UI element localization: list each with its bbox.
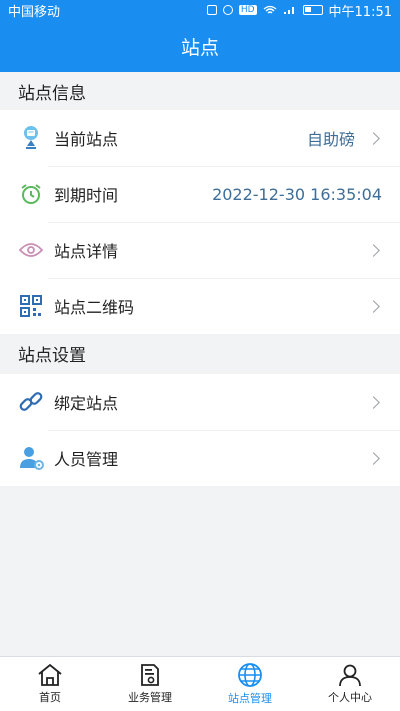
- current-site-label: 当前站点: [54, 130, 119, 149]
- person-icon: [339, 664, 361, 687]
- wifi-icon: [263, 5, 276, 14]
- site-details-label: 站点详情: [54, 242, 119, 261]
- staff-management-row[interactable]: 人员管理: [0, 430, 400, 486]
- section-title-settings: 站点设置: [0, 334, 400, 372]
- current-site-value: 自助磅: [306, 130, 355, 149]
- site-qrcode-label: 站点二维码: [54, 298, 135, 317]
- chevron-right-icon: [367, 451, 380, 465]
- user-gear-icon: [18, 445, 44, 471]
- tab-profile-label: 个人中心: [328, 691, 372, 704]
- settings-group: 绑定站点 人员管理: [0, 374, 400, 486]
- hd-badge: HD: [238, 5, 257, 15]
- page-title: 站点: [180, 36, 219, 59]
- tab-business[interactable]: 业务管理: [100, 657, 200, 711]
- status-icons: HD 中午11:51: [206, 1, 392, 20]
- battery-icon: [302, 5, 323, 15]
- globe-icon: [238, 663, 262, 687]
- current-site-row[interactable]: 当前站点 自助磅: [0, 110, 400, 166]
- bind-site-label: 绑定站点: [54, 394, 119, 413]
- clock-label: 中午11:51: [328, 4, 392, 20]
- page-header: 站点: [0, 20, 400, 72]
- status-bar: 中国移动 HD 中午11:51: [0, 0, 400, 20]
- tab-business-label: 业务管理: [128, 691, 172, 704]
- bind-site-row[interactable]: 绑定站点: [0, 374, 400, 430]
- alarm-status-icon: [222, 5, 233, 15]
- bottom-tab-bar: 首页 业务管理 站点管理 个人中心: [0, 656, 400, 711]
- vibrate-icon: [206, 5, 217, 15]
- carrier-label: 中国移动: [8, 4, 61, 20]
- eye-icon: [18, 237, 44, 263]
- tab-home[interactable]: 首页: [0, 657, 100, 711]
- expiry-label: 到期时间: [54, 186, 119, 205]
- qr-code-icon: [18, 293, 44, 319]
- tab-site-management-label: 站点管理: [228, 692, 272, 705]
- home-icon: [38, 663, 62, 686]
- expiry-value: 2022-12-30 16:35:04: [212, 184, 382, 204]
- chevron-right-icon: [367, 299, 380, 313]
- link-icon: [18, 389, 44, 415]
- location-pin-icon: [18, 125, 44, 151]
- info-group: 当前站点 自助磅 到期时间 2022-12-30 16:35:04 站点详情 站…: [0, 110, 400, 334]
- tab-site-management[interactable]: 站点管理: [200, 657, 300, 711]
- site-details-row[interactable]: 站点详情: [0, 222, 400, 278]
- tab-home-label: 首页: [39, 691, 61, 704]
- site-qrcode-row[interactable]: 站点二维码: [0, 278, 400, 334]
- alarm-clock-icon: [18, 181, 44, 207]
- section-title-info: 站点信息: [0, 72, 400, 110]
- chevron-right-icon: [367, 131, 380, 145]
- tab-profile[interactable]: 个人中心: [300, 657, 400, 711]
- chevron-right-icon: [367, 243, 380, 257]
- staff-management-label: 人员管理: [54, 450, 119, 469]
- expiry-row: 到期时间 2022-12-30 16:35:04: [0, 166, 400, 222]
- document-gear-icon: [141, 664, 159, 686]
- chevron-right-icon: [367, 395, 380, 409]
- signal-icon: [283, 7, 294, 14]
